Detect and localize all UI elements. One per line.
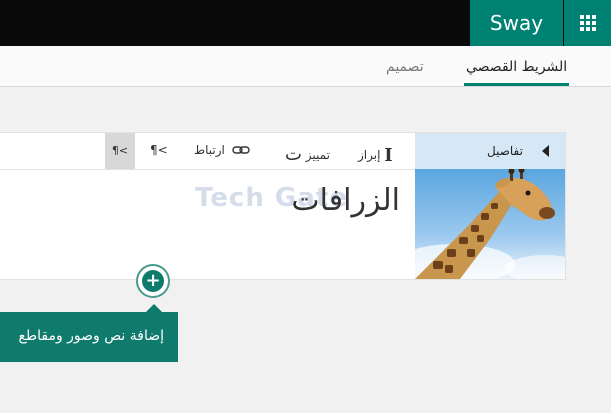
plus-icon: +	[142, 270, 164, 292]
bold-button[interactable]: إبراز I	[358, 143, 393, 166]
tab-bar: الشريط القصصي تصميم	[0, 46, 611, 87]
format-toolbar: إبراز I تمييز ت ارتباط ¶< ¶<	[0, 133, 415, 170]
top-bar: Sway	[0, 0, 611, 46]
waffle-icon	[579, 15, 596, 31]
link-button[interactable]: ارتباط	[194, 143, 250, 157]
giraffe-image[interactable]	[415, 169, 565, 279]
add-content-tooltip[interactable]: إضافة نص وصور ومقاطع	[0, 304, 178, 362]
details-label: تفاصيل	[487, 144, 523, 158]
app-title[interactable]: Sway	[470, 0, 563, 46]
text-direction-button[interactable]: ¶<	[150, 143, 168, 157]
collapse-arrow-icon	[542, 145, 549, 157]
app-launcher-button[interactable]	[564, 0, 611, 46]
emphasis-button[interactable]: تمييز ت	[279, 143, 330, 165]
giraffe-illustration	[415, 169, 565, 279]
tab-storyline[interactable]: الشريط القصصي	[463, 59, 570, 86]
heading-card: إبراز I تمييز ت ارتباط ¶< ¶< تفاصيل Tech…	[0, 132, 566, 280]
bold-label: إبراز	[358, 148, 381, 162]
paragraph-direction-button[interactable]: ¶<	[105, 133, 135, 169]
link-icon	[231, 146, 250, 154]
emphasis-label: تمييز	[305, 148, 330, 162]
tab-design[interactable]: تصميم	[386, 59, 424, 75]
details-button[interactable]: تفاصيل	[415, 133, 565, 169]
emphasis-icon: ت	[285, 144, 302, 165]
bold-icon: I	[384, 145, 393, 166]
tooltip-text: إضافة نص وصور ومقاطع	[18, 328, 164, 344]
link-label: ارتباط	[194, 143, 225, 157]
add-content-button[interactable]: +	[136, 264, 170, 298]
card-title[interactable]: الزرافات	[270, 183, 400, 218]
